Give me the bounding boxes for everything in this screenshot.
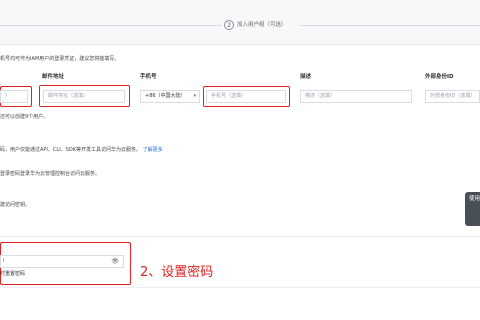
email-column-header: 邮件地址 xyxy=(42,74,65,80)
step-line-left xyxy=(0,25,222,26)
phone-input[interactable]: 手机号（选填） xyxy=(206,90,286,103)
annotation-set-password: 2、设置密码 xyxy=(140,265,214,280)
eye-icon[interactable]: 👁 xyxy=(111,256,119,267)
step-line-right xyxy=(300,25,480,26)
email-input[interactable]: 邮件地址（选填） xyxy=(43,90,125,103)
description-input[interactable]: 描述（选填） xyxy=(300,90,412,103)
side-help-tab[interactable]: 使用 xyxy=(465,192,480,226)
password-value: I xyxy=(3,258,5,264)
section-divider xyxy=(0,236,480,237)
user-limit-note: 还可以创建9个用户。 xyxy=(0,114,49,120)
desc-column-header: 描述 xyxy=(300,74,312,80)
country-code-value: +86（中国大陆） xyxy=(145,93,186,99)
programmatic-access-desc: 码，用户仅能通过API、CLI、SDK等开发工具访问华为云服务。 xyxy=(0,147,141,153)
phone-column-header: 手机号 xyxy=(140,74,157,80)
console-access-text: 登录密码登录华为云管理控制台访问云服务。 xyxy=(0,171,101,177)
intro-text: 机号均可作为IAM用户的登录凭证，建议您将能填写。 xyxy=(0,56,120,62)
step-label: 加入用户组（可选） xyxy=(237,22,287,28)
chevron-down-icon: ▾ xyxy=(193,93,196,99)
external-id-input[interactable]: 外部身份ID（选填） xyxy=(425,90,480,103)
access-key-text: 建访问密钥。 xyxy=(0,202,31,208)
learn-more-link[interactable]: 了解更多 xyxy=(143,147,163,153)
bottom-divider xyxy=(0,287,480,288)
reset-password-checkbox-label[interactable]: 时重置密码 xyxy=(0,271,25,278)
country-code-select[interactable]: +86（中国大陆） ▾ xyxy=(140,90,200,103)
step-number-circle: 2 xyxy=(224,20,234,30)
programmatic-access-text: 码，用户仅能通过API、CLI、SDK等开发工具访问华为云服务。 了解更多 xyxy=(0,147,163,154)
password-input[interactable]: I 👁 xyxy=(0,255,124,268)
username-input[interactable]: ） xyxy=(0,90,28,103)
external-id-column-header: 外部身份ID xyxy=(425,74,454,80)
